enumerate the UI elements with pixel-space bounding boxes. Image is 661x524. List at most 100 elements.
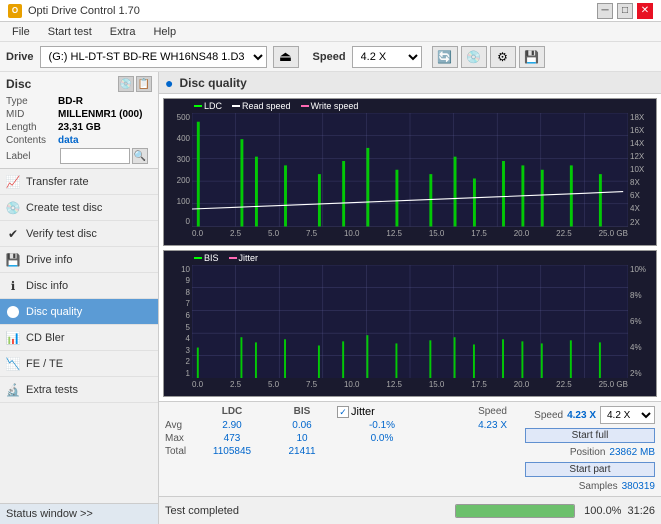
disc-contents-value: data <box>58 135 79 146</box>
stats-panel: LDC BIS ✓ Jitter Speed Avg 2.90 0.06 -0.… <box>159 401 661 496</box>
status-window-label: Status window >> <box>6 508 93 520</box>
disc-length-label: Length <box>6 122 58 133</box>
sidebar-item-cd-bler[interactable]: 📊 CD Bler <box>0 325 158 351</box>
jitter-checkbox[interactable]: ✓ <box>337 406 349 418</box>
disc-type-label: Type <box>6 96 58 107</box>
progress-percent: 100.0% <box>581 505 621 517</box>
disc-icon-1[interactable]: 💿 <box>118 76 134 92</box>
legend-ldc: LDC <box>194 101 222 111</box>
stats-total-bis: 21411 <box>267 446 337 457</box>
minimize-button[interactable]: ─ <box>597 3 613 19</box>
chart1-y-axis-left: 500 400 300 200 100 0 <box>164 113 192 227</box>
menu-file[interactable]: File <box>4 24 38 40</box>
start-part-button[interactable]: Start part <box>525 462 655 477</box>
sidebar: Disc 💿 📋 Type BD-R MID MILLENMR1 (000) L… <box>0 72 159 524</box>
disc-label-button[interactable]: 🔍 <box>132 148 148 164</box>
menu-help[interactable]: Help <box>145 24 184 40</box>
disc-length-row: Length 23,31 GB <box>6 122 152 133</box>
refresh-button[interactable]: 🔄 <box>432 46 458 68</box>
cd-bler-icon: 📊 <box>6 331 20 345</box>
close-button[interactable]: ✕ <box>637 3 653 19</box>
sidebar-item-label-fe-te: FE / TE <box>26 358 63 370</box>
menu-extra[interactable]: Extra <box>102 24 144 40</box>
legend-write-speed: Write speed <box>301 101 359 111</box>
content-area: ● Disc quality LDC Read speed <box>159 72 661 524</box>
stats-header-speed: Speed <box>427 406 507 418</box>
speed-row: Speed 4.23 X 4.2 X <box>525 406 655 424</box>
chart2-y-axis-left: 10 9 8 7 6 5 4 3 2 1 <box>164 265 192 379</box>
legend-jitter-label: Jitter <box>239 253 259 263</box>
disc-icons: 💿 📋 <box>118 76 152 92</box>
chart-header: ● Disc quality <box>159 72 661 94</box>
legend-write-speed-label: Write speed <box>311 101 359 111</box>
speed-dropdown[interactable]: 4.2 X <box>600 406 655 424</box>
speed-select[interactable]: 4.2 X <box>352 46 422 68</box>
sidebar-item-disc-info[interactable]: ℹ Disc info <box>0 273 158 299</box>
disc-button[interactable]: 💿 <box>461 46 487 68</box>
sidebar-item-verify-test-disc[interactable]: ✔ Verify test disc <box>0 221 158 247</box>
jitter-check-label: Jitter <box>351 406 375 418</box>
sidebar-item-label-verify-test-disc: Verify test disc <box>26 228 97 240</box>
chart2-svg <box>192 265 628 379</box>
stats-avg-speed: 4.23 X <box>427 420 507 431</box>
speed-val-label: Speed <box>534 410 563 421</box>
chart-ldc: LDC Read speed Write speed 500 400 30 <box>163 98 657 246</box>
chart-icon: ● <box>165 75 173 91</box>
status-text: Test completed <box>165 505 449 517</box>
disc-type-row: Type BD-R <box>6 96 152 107</box>
sidebar-item-fe-te[interactable]: 📉 FE / TE <box>0 351 158 377</box>
disc-label-label: Label <box>6 151 58 162</box>
title-bar: O Opti Drive Control 1.70 ─ □ ✕ <box>0 0 661 22</box>
sidebar-item-label-create-test-disc: Create test disc <box>26 202 102 214</box>
disc-length-value: 23,31 GB <box>58 122 101 133</box>
samples-label: Samples <box>579 481 618 492</box>
stats-avg-ldc: 2.90 <box>197 420 267 431</box>
chart2-legend: BIS Jitter <box>194 253 258 263</box>
stats-header-ldc: LDC <box>197 406 267 418</box>
transfer-rate-icon: 📈 <box>6 175 20 189</box>
progress-bar <box>455 504 575 518</box>
menu-start-test[interactable]: Start test <box>40 24 100 40</box>
eject-button[interactable]: ⏏ <box>273 46 299 68</box>
disc-info-icon: ℹ <box>6 279 20 293</box>
disc-type-value: BD-R <box>58 96 83 107</box>
progress-bar-fill <box>456 505 574 517</box>
stats-avg-bis: 0.06 <box>267 420 337 431</box>
sidebar-item-create-test-disc[interactable]: 💿 Create test disc <box>0 195 158 221</box>
sidebar-item-drive-info[interactable]: 💾 Drive info <box>0 247 158 273</box>
stats-left: LDC BIS ✓ Jitter Speed Avg 2.90 0.06 -0.… <box>165 406 519 492</box>
save-button[interactable]: 💾 <box>519 46 545 68</box>
stats-max-bis: 10 <box>267 433 337 444</box>
settings-button[interactable]: ⚙ <box>490 46 516 68</box>
sidebar-item-label-disc-quality: Disc quality <box>26 306 82 318</box>
disc-mid-value: MILLENMR1 (000) <box>58 109 142 120</box>
disc-mid-label: MID <box>6 109 58 120</box>
charts-container: LDC Read speed Write speed 500 400 30 <box>159 94 661 401</box>
stats-total-row: Total 1105845 21411 <box>165 446 519 457</box>
disc-icon-2[interactable]: 📋 <box>136 76 152 92</box>
sidebar-item-disc-quality[interactable]: Disc quality <box>0 299 158 325</box>
legend-ldc-label: LDC <box>204 101 222 111</box>
legend-read-speed-label: Read speed <box>242 101 291 111</box>
sidebar-item-label-cd-bler: CD Bler <box>26 332 65 344</box>
fe-te-icon: 📉 <box>6 357 20 371</box>
jitter-check: ✓ Jitter <box>337 406 427 418</box>
disc-contents-label: Contents <box>6 135 58 146</box>
drive-select[interactable]: (G:) HL-DT-ST BD-RE WH16NS48 1.D3 <box>40 46 267 68</box>
main-area: Disc 💿 📋 Type BD-R MID MILLENMR1 (000) L… <box>0 72 661 524</box>
status-window-button[interactable]: Status window >> <box>0 503 158 524</box>
position-row: Position 23862 MB <box>525 447 655 458</box>
maximize-button[interactable]: □ <box>617 3 633 19</box>
stats-max-jitter: 0.0% <box>337 433 427 444</box>
disc-label-input[interactable] <box>60 148 130 164</box>
sidebar-item-extra-tests[interactable]: 🔬 Extra tests <box>0 377 158 403</box>
chart1-x-axis: 0.0 2.5 5.0 7.5 10.0 12.5 15.0 17.5 20.0… <box>192 227 628 245</box>
sidebar-item-transfer-rate[interactable]: 📈 Transfer rate <box>0 169 158 195</box>
speed-val-num: 4.23 X <box>567 410 596 421</box>
drive-label: Drive <box>6 51 34 63</box>
legend-read-speed: Read speed <box>232 101 291 111</box>
drive-bar: Drive (G:) HL-DT-ST BD-RE WH16NS48 1.D3 … <box>0 42 661 72</box>
stats-max-ldc: 473 <box>197 433 267 444</box>
drive-icon-buttons: 🔄 💿 ⚙ 💾 <box>432 46 545 68</box>
start-full-button[interactable]: Start full <box>525 428 655 443</box>
